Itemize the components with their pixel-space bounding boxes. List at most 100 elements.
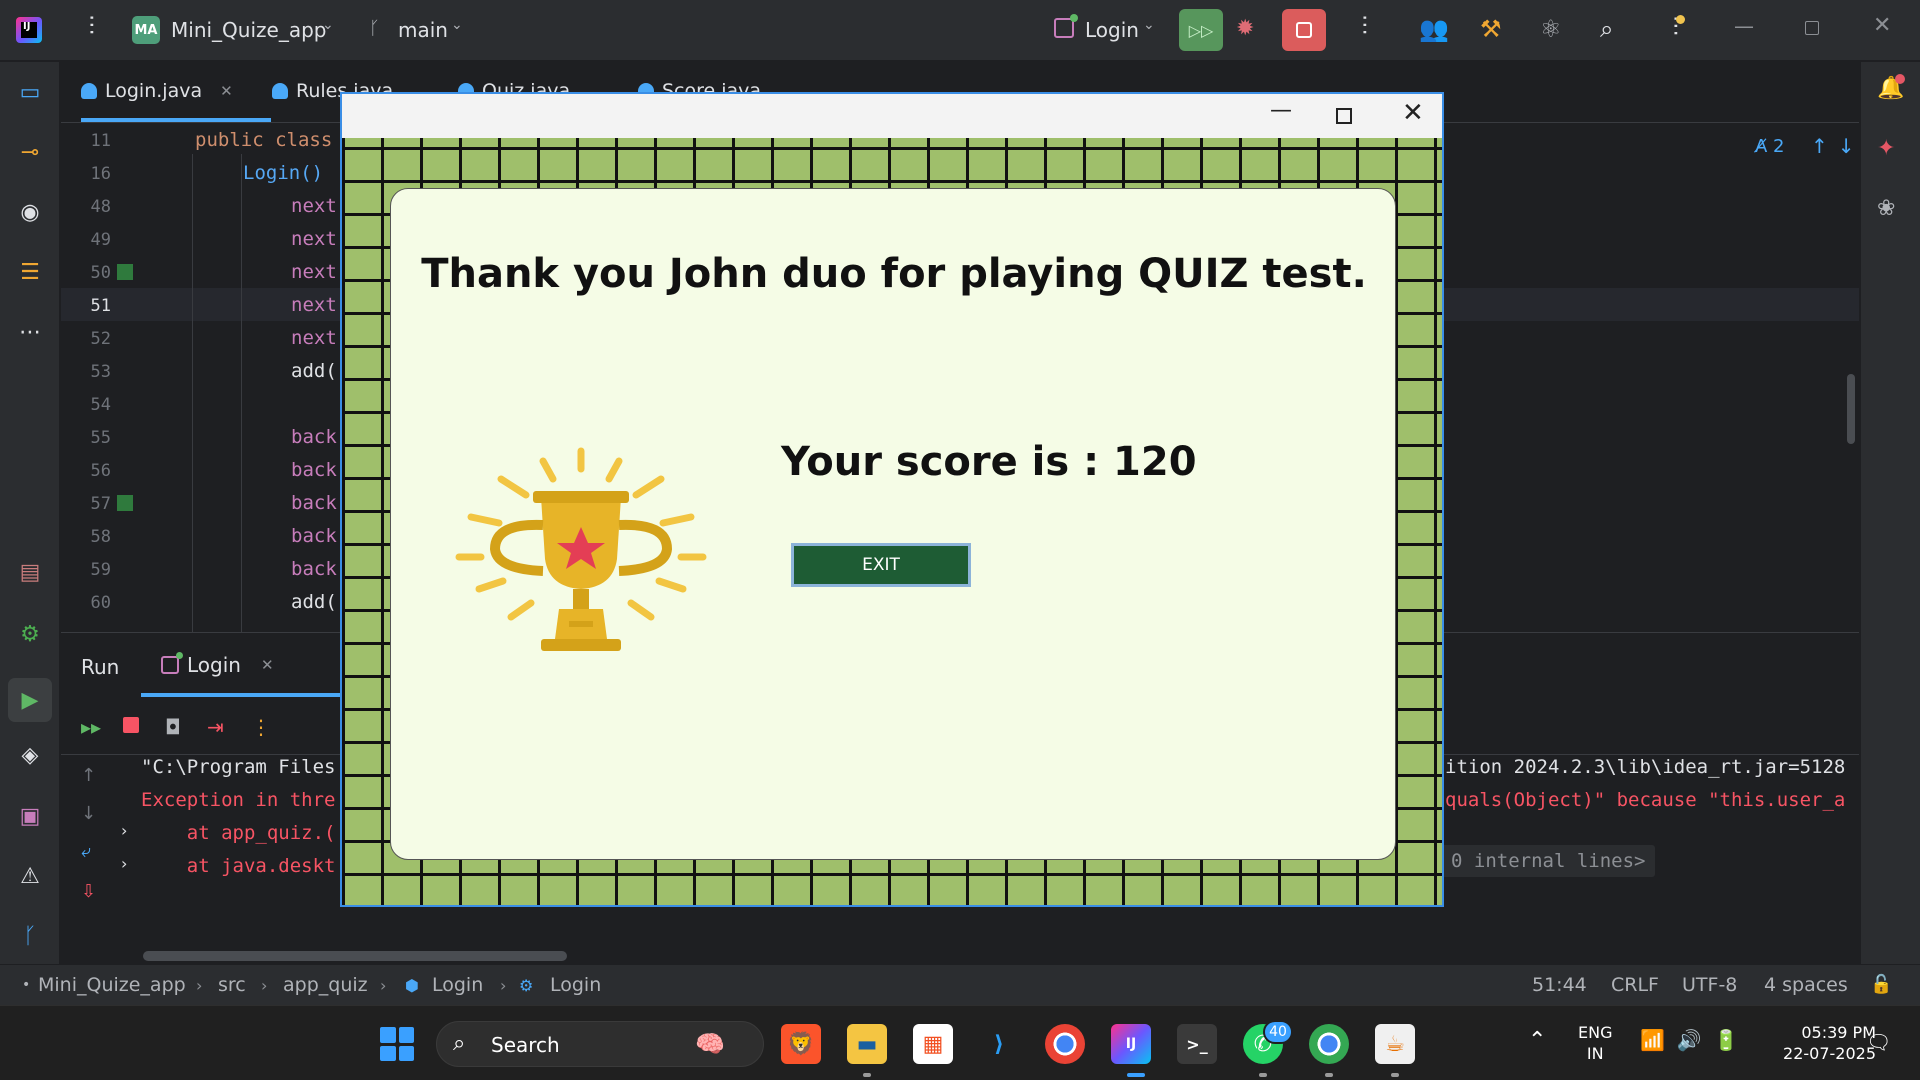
more-tools-icon[interactable]: ⋯ xyxy=(14,316,46,348)
windows-start-button[interactable] xyxy=(380,1027,414,1061)
rerun-icon[interactable]: ▸▸ xyxy=(81,715,101,739)
maximize-button[interactable] xyxy=(1336,108,1352,124)
microsoft-store-icon[interactable]: ▦ xyxy=(913,1024,953,1064)
main-menu-icon[interactable]: ⋯ xyxy=(79,14,104,33)
notification-center-icon[interactable]: 🗨 xyxy=(1866,1030,1891,1054)
console-hscrollbar[interactable] xyxy=(143,951,567,961)
github-icon[interactable]: ◉ xyxy=(14,196,46,228)
chrome-icon[interactable] xyxy=(1045,1024,1085,1064)
build-icon[interactable]: ⚒ xyxy=(1480,15,1502,43)
more-options-icon[interactable]: ⋮ xyxy=(251,715,271,739)
volume-icon[interactable]: 🔊 xyxy=(1677,1028,1714,1052)
git-icon[interactable]: ᚴ xyxy=(14,920,46,952)
readonly-lock-icon[interactable]: 🔓 xyxy=(1870,974,1892,995)
vcs-change-marker xyxy=(117,495,133,511)
input-language[interactable]: ENG IN xyxy=(1578,1022,1612,1064)
close-tab-icon[interactable]: ✕ xyxy=(261,656,274,674)
intellij-taskbar-icon[interactable]: IJ xyxy=(1111,1024,1151,1064)
indent-setting[interactable]: 4 spaces xyxy=(1764,974,1848,996)
bookmarks-icon[interactable]: ▤ xyxy=(14,556,46,588)
screenshot-icon[interactable]: ◘ xyxy=(165,715,181,739)
stop-button[interactable] xyxy=(1282,9,1326,51)
problems-icon[interactable]: ⚠ xyxy=(14,860,46,892)
chevron-down-icon[interactable]: ⌄ xyxy=(451,17,463,33)
editor-scrollbar[interactable] xyxy=(1847,374,1855,444)
expand-chevron-icon[interactable]: › xyxy=(121,821,127,840)
system-tray-icons[interactable]: 📶🔊🔋 xyxy=(1640,1028,1751,1052)
more-actions-icon[interactable]: ⋯ xyxy=(1352,14,1377,33)
line-number: 53 xyxy=(90,362,111,382)
taskbar-search[interactable]: ⌕ Search 🧠 xyxy=(436,1021,764,1067)
tab-login-java[interactable]: Login.java ✕ xyxy=(81,80,233,102)
structure-icon[interactable]: ☰ xyxy=(14,256,46,288)
code-line: public class xyxy=(195,129,333,151)
run-tab-login[interactable]: Login ✕ xyxy=(161,652,274,677)
show-hidden-icons-chevron[interactable]: ⌃ xyxy=(1528,1028,1546,1053)
breadcrumb-package[interactable]: app_quiz xyxy=(283,974,368,996)
battery-icon[interactable]: 🔋 xyxy=(1714,1028,1751,1052)
expand-chevron-icon[interactable]: › xyxy=(121,854,127,873)
python-console-icon[interactable]: ❀ xyxy=(1877,196,1895,221)
project-icon[interactable]: ▭ xyxy=(14,76,46,108)
run-config-name[interactable]: Login xyxy=(1085,18,1139,42)
line-separator[interactable]: CRLF xyxy=(1611,974,1659,996)
code-line: back xyxy=(291,558,337,580)
intellij-logo[interactable]: IJ xyxy=(16,17,42,43)
soft-wrap-icon[interactable]: ⤶ xyxy=(81,841,91,862)
wifi-icon[interactable]: 📶 xyxy=(1640,1028,1677,1052)
vscode-icon[interactable]: ⟩ xyxy=(979,1024,1019,1064)
code-line: back xyxy=(291,459,337,481)
exit-icon[interactable]: ⇥ xyxy=(207,715,224,739)
close-tab-icon[interactable]: ✕ xyxy=(220,82,233,100)
run-tab-label: Login xyxy=(187,653,241,677)
line-number: 57 xyxy=(90,494,111,514)
rerun-button[interactable]: ▷▷ xyxy=(1179,9,1223,51)
project-name[interactable]: Mini_Quize_app xyxy=(171,18,326,42)
file-encoding[interactable]: UTF-8 xyxy=(1682,974,1737,996)
minimize-button[interactable]: — xyxy=(1270,98,1292,123)
scroll-up-icon[interactable]: ↑ xyxy=(81,765,96,786)
services-gear-icon[interactable]: ⚙ xyxy=(14,618,46,650)
scroll-down-icon[interactable]: ↓ xyxy=(81,803,96,824)
score-label: Your score is : 120 xyxy=(781,439,1197,485)
scroll-to-end-icon[interactable]: ⇩ xyxy=(81,881,96,902)
breadcrumb-project[interactable]: Mini_Quize_app xyxy=(38,974,186,996)
minimize-button[interactable]: — xyxy=(1734,14,1754,38)
terminal-icon[interactable]: ▣ xyxy=(14,800,46,832)
close-button[interactable]: ✕ xyxy=(1873,13,1891,38)
line-number: 51 xyxy=(90,296,111,316)
commit-icon[interactable]: ⊸ xyxy=(14,136,46,168)
chevron-down-icon[interactable]: ⌄ xyxy=(322,17,334,33)
chevron-down-icon[interactable]: ⌄ xyxy=(1143,17,1155,33)
exit-button[interactable]: EXIT xyxy=(791,543,971,587)
search-icon[interactable]: ⌕ xyxy=(1600,15,1613,43)
line-number: 52 xyxy=(90,329,111,349)
close-button[interactable]: ✕ xyxy=(1402,98,1424,128)
line-number: 55 xyxy=(90,428,111,448)
file-explorer-icon[interactable]: ▬ xyxy=(847,1024,887,1064)
maximize-button[interactable] xyxy=(1805,21,1819,35)
atom-icon[interactable]: ⚛ xyxy=(1540,15,1562,43)
caret-position[interactable]: 51:44 xyxy=(1532,974,1587,996)
debug-icon[interactable]: ✹ xyxy=(1236,16,1254,41)
layers-icon[interactable]: ◈ xyxy=(14,739,46,771)
branch-name[interactable]: main xyxy=(398,18,448,42)
collab-icon[interactable]: 👥 xyxy=(1419,15,1449,43)
breadcrumb-method[interactable]: Login xyxy=(550,974,601,996)
chrome-profile-icon[interactable] xyxy=(1309,1024,1349,1064)
ai-assistant-icon[interactable]: ✦ xyxy=(1877,136,1895,161)
breadcrumb-class[interactable]: Login xyxy=(432,974,483,996)
inspection-widget[interactable]: A̸ 2 xyxy=(1755,136,1785,157)
clock[interactable]: 05:39 PM 22-07-2025 xyxy=(1756,1022,1876,1064)
run-config-icon xyxy=(1054,14,1078,38)
stop-icon[interactable] xyxy=(123,717,139,733)
brave-browser-icon[interactable]: 🦁 xyxy=(781,1024,821,1064)
java-app-icon[interactable]: ☕ xyxy=(1375,1024,1415,1064)
run-tool-icon[interactable]: ▶ xyxy=(8,678,52,722)
project-badge[interactable]: MA xyxy=(132,16,160,44)
folded-lines-badge[interactable]: 0 internal lines> xyxy=(1441,845,1656,877)
breadcrumb-src[interactable]: src xyxy=(218,974,246,996)
terminal-app-icon[interactable]: >_ xyxy=(1177,1024,1217,1064)
thank-you-message: Thank you John duo for playing QUIZ test… xyxy=(421,251,1367,297)
prev-next-highlight-icon[interactable]: ↑↓ xyxy=(1811,134,1865,158)
